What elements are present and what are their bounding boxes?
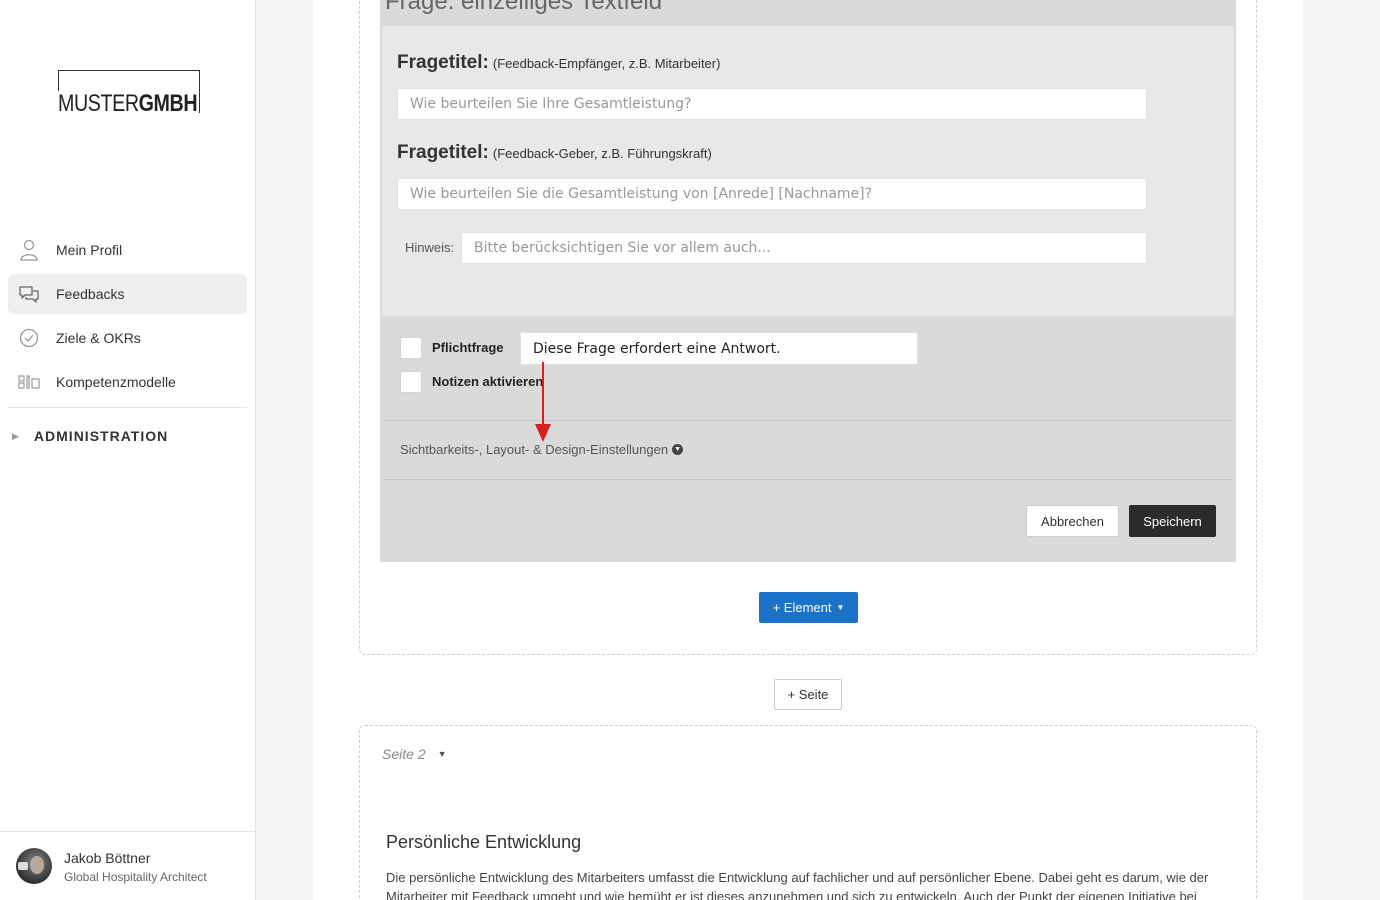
add-page-button[interactable]: + Seite — [774, 679, 842, 710]
nav-label: Mein Profil — [56, 242, 123, 258]
divider — [384, 420, 1232, 421]
required-label: Pflichtfrage — [432, 340, 504, 355]
question-title-label-giver: Fragetitel: (Feedback-Geber, z.B. Führung… — [397, 142, 712, 163]
administration-label: ADMINISTRATION — [33, 428, 169, 444]
logo-text-part1: MUSTER — [58, 90, 139, 117]
page-2-toggle[interactable]: Seite 2 ▼ — [382, 746, 447, 762]
question-title-giver-input[interactable]: Wie beurteilen Sie die Gesamtleistung vo… — [397, 178, 1147, 210]
required-checkbox[interactable] — [400, 337, 422, 359]
divider — [384, 479, 1232, 480]
grid-icon — [18, 371, 40, 393]
cancel-button[interactable]: Abbrechen — [1026, 505, 1119, 537]
notes-label: Notizen aktivieren — [432, 374, 544, 389]
required-message-input[interactable]: Diese Frage erfordert eine Antwort. — [520, 332, 918, 365]
check-circle-icon — [18, 327, 40, 349]
company-logo[interactable]: MUSTERGMBH — [58, 70, 200, 117]
user-name: Jakob Böttner — [64, 850, 151, 866]
chevron-down-circle-icon: ▼ — [672, 444, 684, 455]
nav-item-mein-profil[interactable]: Mein Profil — [8, 230, 247, 270]
main-nav: Mein Profil Feedbacks Ziele & OKRs Kompe… — [8, 230, 247, 406]
nav-divider — [8, 407, 247, 408]
chat-icon — [18, 283, 40, 305]
save-button[interactable]: Speichern — [1129, 505, 1216, 537]
avatar — [16, 848, 52, 884]
section-description: Die persönliche Entwicklung des Mitarbei… — [386, 870, 1209, 900]
question-title-recipient-input[interactable]: Wie beurteilen Sie Ihre Gesamtleistung? — [397, 88, 1147, 120]
notes-checkbox[interactable] — [400, 371, 422, 393]
add-element-button[interactable]: + Element ▼ — [759, 592, 858, 623]
page-2-label: Seite 2 — [382, 746, 426, 762]
nav-label: Ziele & OKRs — [56, 330, 141, 346]
nav-label: Kompetenzmodelle — [56, 374, 176, 390]
editor-title: Frage: einzeiliges Textfeld — [385, 0, 663, 15]
nav-item-kompetenzmodelle[interactable]: Kompetenzmodelle — [8, 362, 247, 402]
user-profile[interactable]: Jakob Böttner Global Hospitality Archite… — [0, 831, 255, 900]
sidebar: MUSTERGMBH Mein Profil Feedbacks Ziele &… — [0, 0, 256, 900]
nav-item-feedbacks[interactable]: Feedbacks — [8, 274, 247, 314]
visibility-settings-toggle[interactable]: Sichtbarkeits-, Layout- & Design-Einstel… — [400, 442, 684, 457]
caret-down-icon: ▼ — [836, 603, 845, 612]
user-icon — [18, 239, 40, 261]
user-role: Global Hospitality Architect — [64, 870, 207, 884]
hint-label: Hinweis: — [405, 240, 455, 255]
add-element-label: + Element — [772, 600, 832, 615]
caret-right-icon: ▶ — [12, 430, 20, 441]
nav-item-ziele-okrs[interactable]: Ziele & OKRs — [8, 318, 247, 358]
administration-toggle[interactable]: ▶ ADMINISTRATION — [12, 428, 168, 444]
visibility-settings-label: Sichtbarkeits-, Layout- & Design-Einstel… — [400, 442, 669, 457]
hint-input[interactable]: Bitte berücksichtigen Sie vor allem auch… — [461, 232, 1147, 264]
caret-down-icon: ▼ — [437, 749, 447, 759]
logo-text-part2: GMBH — [138, 90, 198, 117]
nav-label: Feedbacks — [56, 286, 125, 302]
section-title: Persönliche Entwicklung — [386, 832, 582, 852]
question-title-label-recipient: Fragetitel: (Feedback-Empfänger, z.B. Mit… — [397, 52, 721, 73]
